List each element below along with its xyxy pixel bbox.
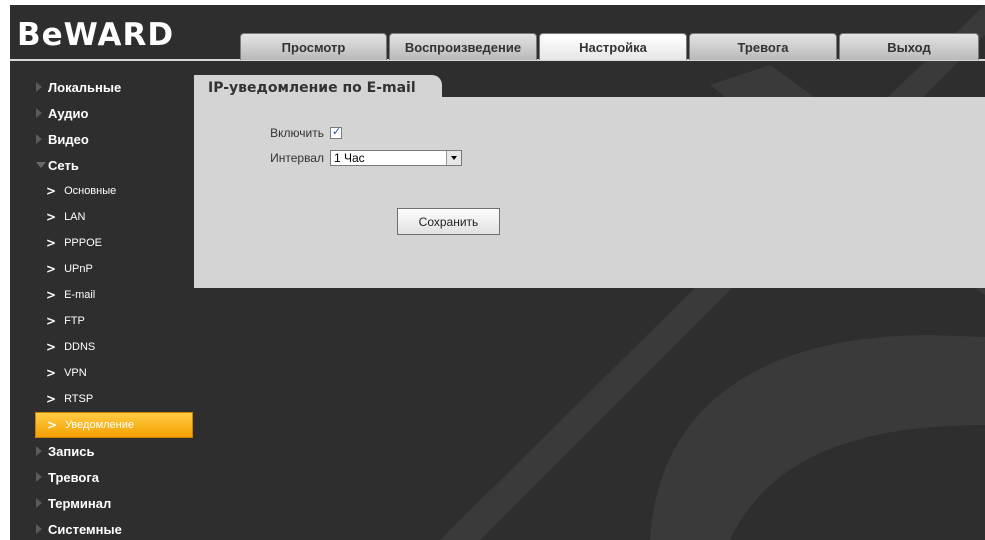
sidebar-item-label: Тревога [48, 469, 100, 485]
sidebar-subitem-label: DDNS [64, 341, 96, 353]
enable-label: Включить [270, 126, 324, 140]
sidebar-item-network[interactable]: Сеть [10, 152, 194, 178]
interval-label: Интервал [270, 151, 324, 165]
sidebar-item-local[interactable]: Локальные [10, 74, 194, 100]
sidebar-item-label: Запись [48, 443, 95, 459]
sidebar-subitem-notification[interactable]: > Уведомление [35, 412, 193, 438]
expand-arrow-icon [36, 134, 42, 144]
sidebar-item-alarm[interactable]: Тревога [10, 464, 194, 490]
sidebar-item-label: Системные [48, 521, 122, 537]
sidebar-subitem-basic[interactable]: > Основные [10, 178, 194, 204]
tab-settings[interactable]: Настройка [539, 33, 687, 60]
chevron-right-icon: > [46, 184, 57, 198]
sidebar-subitem-ftp[interactable]: > FTP [10, 308, 194, 334]
sidebar-subitem-vpn[interactable]: > VPN [10, 360, 194, 386]
sidebar-subitem-pppoe[interactable]: > PPPOE [10, 230, 194, 256]
chevron-right-icon: > [46, 366, 57, 380]
sidebar-subitem-rtsp[interactable]: > RTSP [10, 386, 194, 412]
sidebar-subitem-label: LAN [64, 211, 86, 223]
sidebar-subitem-label: UPnP [64, 263, 93, 275]
sidebar-subitem-upnp[interactable]: > UPnP [10, 256, 194, 282]
sidebar-item-label: Сеть [48, 157, 79, 173]
tab-alarm[interactable]: Тревога [689, 33, 837, 60]
app-window: BeWARD Просмотр Воспроизведение Настройк… [10, 5, 985, 540]
interval-select[interactable]: 1 Час [330, 150, 462, 166]
sidebar-item-audio[interactable]: Аудио [10, 100, 194, 126]
enable-checkbox[interactable]: ✓ [330, 125, 342, 139]
expand-arrow-icon [36, 498, 42, 508]
sidebar-item-label: Аудио [48, 105, 89, 121]
tab-playback[interactable]: Воспроизведение [389, 33, 537, 60]
sidebar-subitem-label: Основные [64, 185, 117, 197]
chevron-right-icon: > [46, 288, 57, 302]
beward-logo: BeWARD [17, 17, 175, 53]
sidebar-item-label: Видео [48, 131, 89, 147]
chevron-right-icon: > [46, 392, 57, 406]
sidebar-subitem-label: RTSP [64, 393, 94, 405]
expand-arrow-icon [36, 82, 42, 92]
sidebar-subitem-label: VPN [64, 367, 87, 379]
sidebar-subitem-email[interactable]: > E-mail [10, 282, 194, 308]
chevron-right-icon: > [47, 418, 58, 432]
interval-value: 1 Час [334, 151, 365, 165]
main-tabs: Просмотр Воспроизведение Настройка Трево… [240, 33, 981, 60]
expand-arrow-icon [36, 472, 42, 482]
sidebar-item-terminal[interactable]: Терминал [10, 490, 194, 516]
sidebar-item-video[interactable]: Видео [10, 126, 194, 152]
expand-arrow-icon [36, 524, 42, 534]
chevron-down-icon[interactable] [446, 151, 461, 165]
sidebar-subitem-label: FTP [64, 315, 85, 327]
sidebar-subitem-ddns[interactable]: > DDNS [10, 334, 194, 360]
expand-arrow-icon [36, 446, 42, 456]
collapse-arrow-icon [36, 162, 46, 168]
sidebar: Локальные Аудио Видео Сеть > Основные > … [10, 74, 194, 540]
chevron-right-icon: > [46, 236, 57, 250]
sidebar-subitem-lan[interactable]: > LAN [10, 204, 194, 230]
sidebar-subitem-label: Уведомление [65, 419, 135, 431]
enable-row: Включить ✓ [244, 125, 342, 140]
sidebar-item-label: Локальные [48, 79, 122, 95]
sidebar-subitem-label: E-mail [64, 289, 96, 301]
chevron-right-icon: > [46, 340, 57, 354]
tab-view[interactable]: Просмотр [240, 33, 387, 60]
expand-arrow-icon [36, 108, 42, 118]
checkmark-icon: ✓ [332, 125, 342, 138]
sidebar-subitem-label: PPPOE [64, 237, 102, 249]
sidebar-item-system[interactable]: Системные [10, 516, 194, 540]
tab-logout[interactable]: Выход [839, 33, 979, 60]
chevron-right-icon: > [46, 262, 57, 276]
chevron-right-icon: > [46, 210, 57, 224]
interval-row: Интервал 1 Час [244, 150, 462, 166]
save-button[interactable]: Сохранить [397, 208, 500, 235]
panel-title: IP-уведомление по E-mail [194, 75, 442, 101]
sidebar-item-record[interactable]: Запись [10, 438, 194, 464]
sidebar-item-label: Терминал [48, 495, 112, 511]
chevron-right-icon: > [46, 314, 57, 328]
